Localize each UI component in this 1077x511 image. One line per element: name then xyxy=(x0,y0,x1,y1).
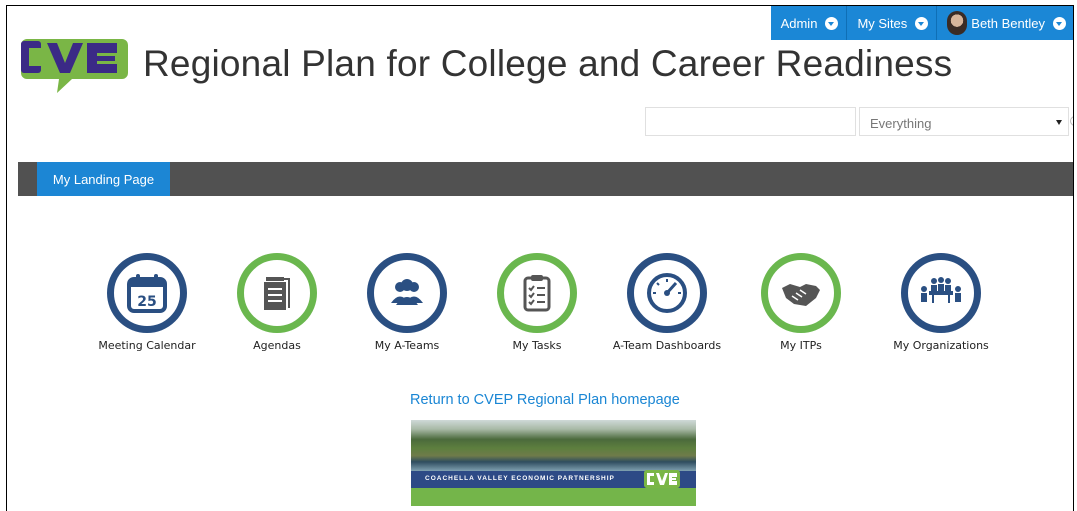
dropdown-arrow-icon xyxy=(1056,120,1062,125)
cvep-logo[interactable] xyxy=(17,33,132,97)
tile-ring xyxy=(901,253,981,333)
cvep-banner[interactable]: COACHELLA VALLEY ECONOMIC PARTNERSHIP xyxy=(411,420,696,506)
avatar xyxy=(947,11,968,35)
chevron-down-icon xyxy=(1053,16,1066,30)
tile-ring xyxy=(761,253,841,333)
tile-meeting-calendar[interactable]: 25 Meeting Calendar xyxy=(77,253,217,352)
tile-a-team-dashboards[interactable]: A-Team Dashboards xyxy=(597,253,737,352)
user-name: Beth Bentley xyxy=(971,15,1045,31)
return-home-link[interactable]: Return to CVEP Regional Plan homepage xyxy=(410,392,680,408)
suite-bar: Admin My Sites Beth Bentley xyxy=(770,6,1073,40)
tile-my-organizations[interactable]: My Organizations xyxy=(871,253,1011,352)
tile-ring xyxy=(497,253,577,333)
tile-label: Agendas xyxy=(253,339,301,352)
banner-landscape-image xyxy=(411,420,696,471)
banner-cvep-logo xyxy=(644,470,680,488)
banner-caption-strip: COACHELLA VALLEY ECONOMIC PARTNERSHIP xyxy=(411,470,696,488)
search-icon[interactable] xyxy=(1070,116,1073,126)
tile-ring xyxy=(367,253,447,333)
tile-ring xyxy=(627,253,707,333)
tile-label: Meeting Calendar xyxy=(98,339,196,352)
banner-caption: COACHELLA VALLEY ECONOMIC PARTNERSHIP xyxy=(425,475,615,482)
admin-menu[interactable]: Admin xyxy=(771,6,847,40)
tile-ring: 25 xyxy=(107,253,187,333)
tile-label: My Organizations xyxy=(893,339,989,352)
meeting-people-icon xyxy=(921,277,961,303)
search-scope-value: Everything xyxy=(870,116,932,131)
calendar-day: 25 xyxy=(137,294,156,310)
team-icon xyxy=(391,279,423,305)
gauge-icon xyxy=(647,273,687,313)
calendar-icon: 25 xyxy=(127,274,167,313)
top-nav: My Landing Page xyxy=(18,162,1073,196)
my-sites-menu[interactable]: My Sites xyxy=(846,6,936,40)
search-input[interactable] xyxy=(645,107,856,136)
user-menu[interactable]: Beth Bentley xyxy=(936,6,1073,40)
notepad-icon xyxy=(262,277,290,312)
chevron-down-icon xyxy=(825,16,839,30)
tile-label: A-Team Dashboards xyxy=(612,339,722,352)
site-title[interactable]: Regional Plan for College and Career Rea… xyxy=(143,43,952,85)
chevron-down-icon xyxy=(915,16,929,30)
search-scope-select[interactable]: Everything xyxy=(859,107,1069,136)
tile-label: My Tasks xyxy=(512,339,562,352)
tile-my-itps[interactable]: My ITPs xyxy=(731,253,871,352)
tile-agendas[interactable]: Agendas xyxy=(207,253,347,352)
banner-green-bar xyxy=(411,488,696,506)
my-sites-menu-label: My Sites xyxy=(857,15,908,31)
tile-label: My A-Teams xyxy=(374,339,440,352)
admin-menu-label: Admin xyxy=(780,15,818,31)
promoted-links: 25 Meeting Calendar Agendas My A-Teams M… xyxy=(7,253,1073,363)
tile-label: My ITPs xyxy=(780,339,822,352)
tab-my-landing-page[interactable]: My Landing Page xyxy=(37,162,170,196)
page-frame: Admin My Sites Beth Bentley Regional Pla… xyxy=(6,5,1074,511)
tile-my-tasks[interactable]: My Tasks xyxy=(467,253,607,352)
checklist-icon xyxy=(523,275,551,312)
tile-my-a-teams[interactable]: My A-Teams xyxy=(337,253,477,352)
handshake-icon xyxy=(782,284,820,306)
tile-ring xyxy=(237,253,317,333)
